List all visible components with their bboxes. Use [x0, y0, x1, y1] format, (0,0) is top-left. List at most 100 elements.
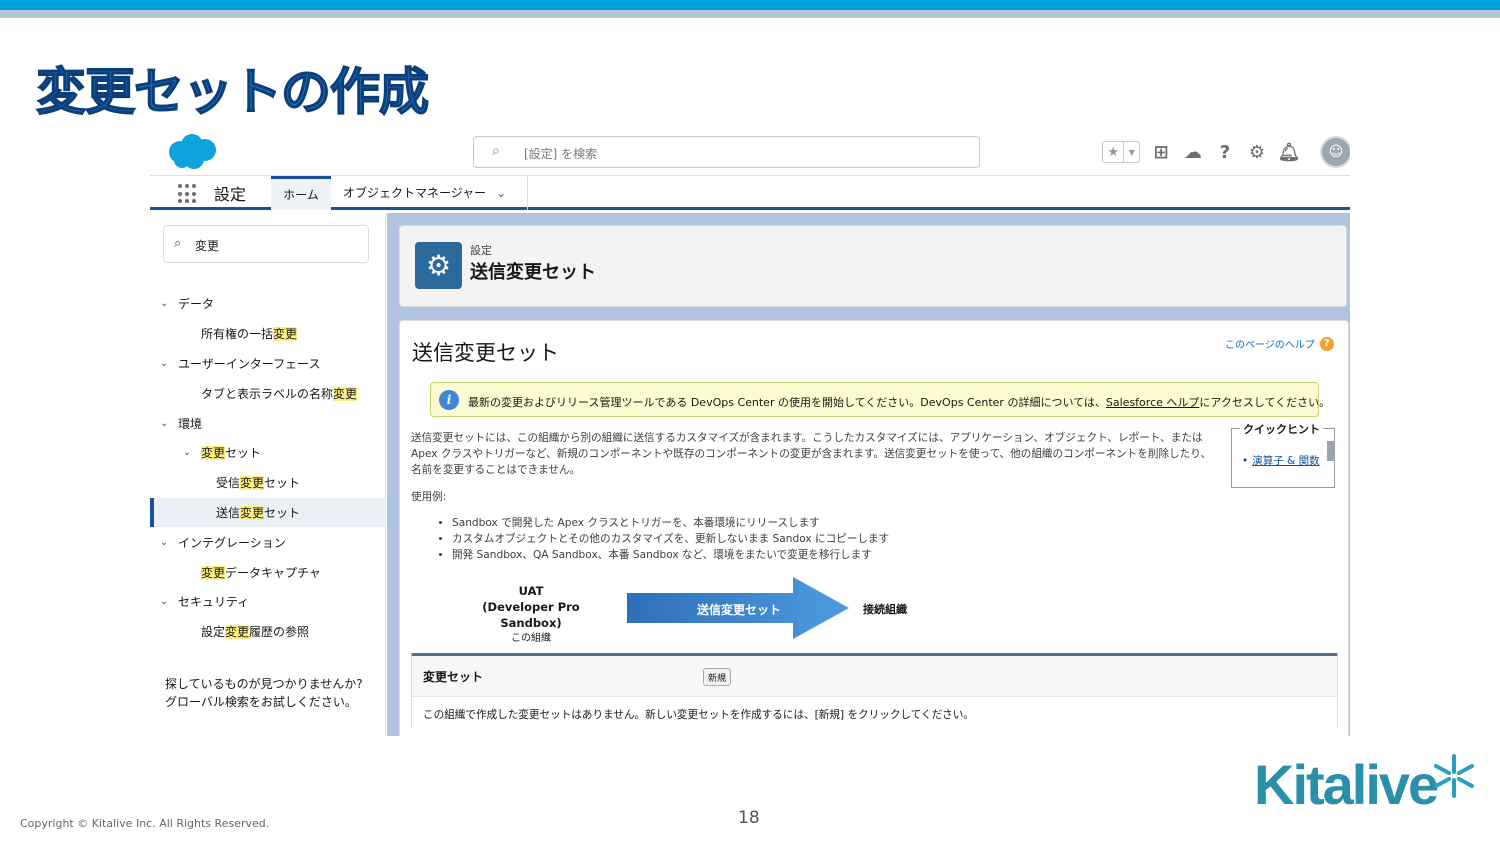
tree-node-change-sets[interactable]: ⌄ 変更セット: [150, 438, 386, 468]
tree-item-change-data-capture[interactable]: 変更データキャプチャ: [150, 557, 386, 587]
setup-tree: ⌄ データ 所有権の一括変更 ⌄ ユーザーインターフェース タブと表示ラベルの名称変…: [150, 289, 386, 647]
sidebar-footer-text: 探しているものが見つかりませんか? グローバル検索をお試しください。: [165, 675, 380, 711]
sidebar-footer-line: 探しているものが見つかりませんか?: [165, 677, 363, 691]
tree-node-label: 変更セット: [201, 446, 262, 461]
info-banner-text: 最新の変更およびリリース管理ツールである DevOps Center の使用を開…: [468, 396, 1331, 409]
tree-item-label: 変更データキャプチャ: [201, 565, 321, 580]
quick-hint-box: クイックヒント • 演算子 & 関数: [1231, 421, 1335, 488]
tab-object-manager[interactable]: オブジェクトマネージャー ⌄: [343, 184, 506, 201]
chevron-down-icon[interactable]: ⌄: [160, 418, 168, 429]
tree-node-label: 環境: [178, 416, 203, 431]
page-header: ⚙ 設定 送信変更セット: [399, 225, 1347, 307]
devops-info-banner: i 最新の変更およびリリース管理ツールである DevOps Center の使用…: [430, 382, 1330, 417]
quick-find-input[interactable]: ⌕ 変更: [163, 225, 369, 263]
search-icon: ⌕: [174, 236, 182, 251]
tree-node-user-interface[interactable]: ⌄ ユーザーインターフェース: [150, 349, 386, 379]
chevron-down-icon[interactable]: ⌄: [160, 358, 168, 369]
notifications-bell-icon[interactable]: 🔔︎: [1278, 141, 1301, 163]
star-icon[interactable]: ★: [1103, 142, 1125, 162]
chevron-down-icon[interactable]: ⌄: [160, 298, 168, 309]
usage-item: Sandbox で開発した Apex クラスとトリガーを、本番環境にリリースしま…: [452, 515, 889, 531]
slide-top-bar: [0, 0, 1500, 10]
new-change-set-button[interactable]: 新規: [703, 668, 731, 686]
source-org-name: UAT: [518, 584, 544, 598]
tree-node-label: ユーザーインターフェース: [178, 356, 321, 371]
tree-node-label: インテグレーション: [178, 535, 286, 550]
tree-item-label: 設定変更履歴の参照: [201, 625, 310, 640]
description-text: 送信変更セットには、この組織から別の組織に送信するカスタマイズが含まれます。こう…: [411, 432, 1211, 476]
empty-change-sets-message: この組織で作成した変更セットはありません。新しい変更セットを作成するには、[新規…: [423, 709, 974, 721]
tree-item-label: 受信変更セット: [216, 476, 301, 491]
setup-gear-icon: ⚙: [415, 242, 462, 289]
tree-item-label: 送信変更セット: [216, 505, 301, 520]
page-number: 18: [738, 808, 760, 828]
destination-org-label: 接続組織: [863, 603, 907, 616]
main-content-area: ⚙ 設定 送信変更セット 送信変更セット このページのヘルプ ? i 最新の変更…: [387, 213, 1350, 736]
page-header-title: 送信変更セット: [470, 262, 596, 283]
source-org-note: この組織: [511, 633, 551, 644]
help-for-this-page-link[interactable]: このページのヘルプ ?: [1225, 336, 1334, 351]
user-avatar[interactable]: ☺: [1320, 136, 1350, 168]
global-search-input[interactable]: ⌕ [設定] を検索: [473, 136, 980, 168]
tree-item-rename-tabs[interactable]: タブと表示ラベルの名称変更: [150, 378, 386, 408]
chevron-down-icon[interactable]: ⌄: [160, 596, 168, 607]
usage-item: 開発 Sandbox、QA Sandbox、本番 Sandbox など、環境をま…: [452, 547, 889, 563]
help-question-icon[interactable]: ?: [1319, 336, 1334, 351]
change-sets-panel: 変更セット 新規 この組織で作成した変更セットはありません。新しい変更セットを作…: [411, 653, 1338, 729]
copyright-text: Copyright © Kitalive Inc. All Rights Res…: [20, 817, 270, 830]
search-icon: ⌕: [492, 143, 500, 159]
kitalive-logo: Kitalive: [1254, 753, 1439, 816]
kitalive-logo-star-icon: [1434, 754, 1474, 798]
tree-item-mass-transfer[interactable]: 所有権の一括変更: [150, 319, 386, 349]
source-org-type: (Developer Pro Sandbox): [482, 600, 580, 630]
usage-label: 使用例:: [411, 491, 447, 503]
header-utility-icons: ★ ▼ ⊞ ☁ ? ⚙ 🔔︎ ☺: [1102, 134, 1350, 170]
usage-list: Sandbox で開発した Apex クラスとトリガーを、本番環境にリリースしま…: [452, 515, 889, 563]
arrow-label: 送信変更セット: [697, 603, 782, 617]
quick-find-value: 変更: [195, 239, 220, 253]
setup-sidebar: ⌕ 変更 ⌄ データ 所有権の一括変更 ⌄ ユーザーインターフェース タブと表示ラベ…: [150, 213, 386, 736]
tree-node-integrations[interactable]: ⌄ インテグレーション: [150, 527, 386, 557]
help-link-label: このページのヘルプ: [1225, 340, 1315, 351]
tree-node-label: データ: [178, 297, 215, 312]
trailhead-guidance-icon[interactable]: ☁: [1182, 141, 1204, 163]
quick-hint-title: クイックヒント: [1240, 421, 1323, 437]
tree-node-security[interactable]: ⌄ セキュリティ: [150, 587, 386, 617]
global-actions-plus-icon[interactable]: ⊞: [1150, 141, 1172, 163]
search-placeholder: [設定] を検索: [524, 147, 598, 161]
operators-functions-link[interactable]: 演算子 & 関数: [1252, 455, 1319, 467]
content-title: 送信変更セット: [412, 341, 559, 365]
tree-item-inbound-change-sets[interactable]: 受信変更セット: [150, 468, 386, 498]
salesforce-screenshot: ⌕ [設定] を検索 ★ ▼ ⊞ ☁ ? ⚙ 🔔︎ ☺ 設定 ホーム オブジェク…: [150, 128, 1350, 736]
salesforce-cloud-logo[interactable]: [164, 132, 220, 172]
tree-item-setup-audit-trail[interactable]: 設定変更履歴の参照: [150, 617, 386, 647]
nav-divider: [527, 176, 528, 210]
help-question-icon[interactable]: ?: [1214, 141, 1236, 163]
favorites-button[interactable]: ★ ▼: [1102, 141, 1140, 163]
tree-item-label: タブと表示ラベルの名称変更: [201, 386, 358, 401]
quick-hint-scrollbar[interactable]: [1327, 441, 1335, 461]
content-panel: 送信変更セット このページのヘルプ ? i 最新の変更およびリリース管理ツールで…: [399, 320, 1349, 736]
change-sets-title: 変更セット: [423, 670, 484, 684]
tab-home[interactable]: ホーム: [271, 176, 331, 210]
app-launcher-waffle-icon[interactable]: [178, 184, 198, 204]
tree-item-outbound-change-sets[interactable]: 送信変更セット: [150, 497, 386, 528]
tab-object-manager-label: オブジェクトマネージャー: [343, 186, 487, 200]
app-navigation-bar: 設定 ホーム オブジェクトマネージャー ⌄: [150, 176, 1350, 210]
tree-node-data[interactable]: ⌄ データ: [150, 289, 386, 319]
setup-gear-icon[interactable]: ⚙: [1246, 141, 1268, 163]
global-header: ⌕ [設定] を検索 ★ ▼ ⊞ ☁ ? ⚙ 🔔︎ ☺: [150, 128, 1350, 176]
chevron-down-icon[interactable]: ⌄: [496, 186, 506, 200]
chevron-down-icon[interactable]: ⌄: [183, 447, 191, 458]
usage-item: カスタムオブジェクトとその他のカスタマイズを、更新しないまま Sandox にコ…: [452, 531, 889, 547]
source-org-label: UAT (Developer Pro Sandbox) この組織: [455, 583, 607, 647]
slide-title: 変更セットの作成: [35, 62, 430, 122]
chevron-down-icon[interactable]: ⌄: [160, 537, 168, 548]
salesforce-help-link[interactable]: Salesforce ヘルプ: [1106, 396, 1199, 409]
info-icon: i: [439, 390, 459, 410]
chevron-down-icon[interactable]: ▼: [1124, 142, 1139, 162]
app-name: 設定: [214, 185, 247, 204]
change-sets-body: この組織で作成した変更セットはありません。新しい変更セットを作成するには、[新規…: [412, 696, 1337, 729]
tree-node-environments[interactable]: ⌄ 環境: [150, 408, 386, 438]
page-header-subtitle: 設定: [470, 244, 492, 257]
